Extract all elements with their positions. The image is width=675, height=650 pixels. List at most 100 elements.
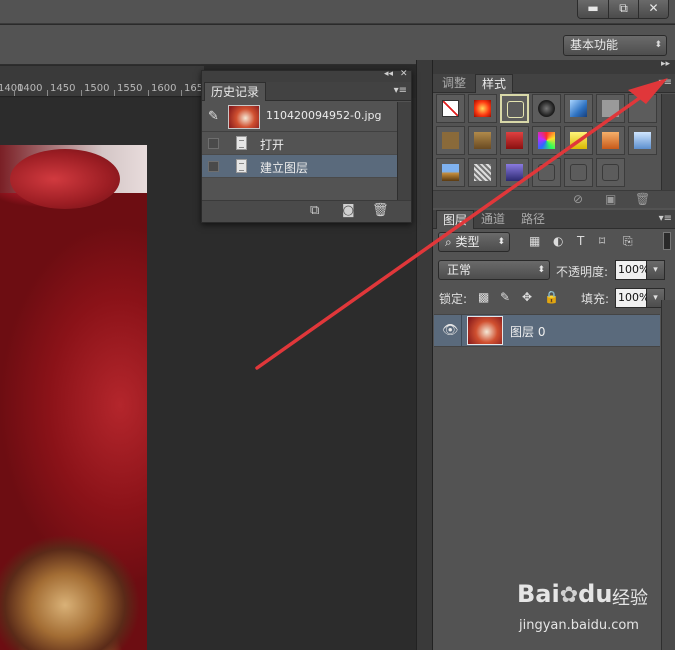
smart-object-filter-icon[interactable]: ⎘ xyxy=(623,234,633,249)
new-style-icon[interactable]: ▣ xyxy=(605,192,616,206)
workspace-switcher[interactable]: 基本功能 ⬍ xyxy=(563,35,667,56)
divider xyxy=(461,315,462,346)
style-swatch[interactable] xyxy=(596,94,625,123)
history-panel: ◂◂ ✕ 历史记录 ▾≡ ✎ 110420094952-0.jpg 打开 建立图… xyxy=(201,69,412,223)
styles-tab-bar: 调整 样式 ▾≡ xyxy=(433,74,675,93)
style-swatch[interactable] xyxy=(468,126,497,155)
style-swatch[interactable] xyxy=(500,126,529,155)
history-step-open[interactable]: 打开 xyxy=(202,132,411,155)
ruler-tick-label: 1550 xyxy=(117,83,143,94)
pixel-layer-filter-icon[interactable]: ▦ xyxy=(529,234,540,248)
opacity-dropdown[interactable]: ▾ xyxy=(647,260,665,280)
history-brush-source[interactable] xyxy=(208,161,219,172)
panel-menu-icon[interactable]: ▾≡ xyxy=(659,213,672,224)
brush-icon[interactable]: ✎ xyxy=(208,109,219,124)
collapse-icon[interactable]: ◂◂ xyxy=(384,69,393,79)
layer-filter-select[interactable]: ⌕ 类型 ⬍ xyxy=(438,232,510,252)
style-swatch[interactable] xyxy=(532,126,561,155)
paw-icon: ✿ xyxy=(559,583,579,608)
snapshot-thumbnail xyxy=(228,105,260,129)
search-icon: ⌕ xyxy=(445,235,456,249)
expand-icon[interactable]: ▸▸ xyxy=(661,59,670,69)
document-icon xyxy=(236,159,247,173)
opacity-input[interactable]: 100% xyxy=(615,260,649,280)
move-icon[interactable]: ✥ xyxy=(522,290,532,304)
layers-tab-bar: 图层 通道 路径 ▾≡ xyxy=(433,210,675,229)
style-swatch[interactable] xyxy=(436,94,465,123)
styles-scrollbar[interactable] xyxy=(661,94,675,190)
shape-layer-filter-icon[interactable]: ⌑ xyxy=(599,234,605,248)
style-swatch[interactable] xyxy=(532,158,561,187)
style-swatch[interactable] xyxy=(500,94,529,123)
ruler-tick xyxy=(81,90,82,96)
document-tab-row xyxy=(0,66,204,80)
style-swatch[interactable] xyxy=(564,94,593,123)
layer-thumbnail[interactable] xyxy=(467,316,503,345)
ruler-tick-label: 1600 xyxy=(151,83,177,94)
style-swatch[interactable] xyxy=(532,94,561,123)
watermark-logo: Bai✿du xyxy=(517,580,612,608)
minimize-button[interactable]: ▬ xyxy=(578,0,608,18)
tab-channels[interactable]: 通道 xyxy=(475,210,511,229)
style-swatch[interactable] xyxy=(596,126,625,155)
lock-icon[interactable]: 🔒 xyxy=(544,290,559,304)
tab-styles[interactable]: 样式 xyxy=(475,74,514,93)
history-step-new-layer[interactable]: 建立图层 xyxy=(202,155,411,178)
ruler-tick-label: 1500 xyxy=(84,83,110,94)
blend-mode-label: 正常 xyxy=(447,263,472,277)
panel-header: ◂◂ ✕ xyxy=(202,69,411,82)
trash-icon[interactable]: 🗑 xyxy=(635,192,650,206)
tab-paths[interactable]: 路径 xyxy=(515,210,551,229)
document-image[interactable] xyxy=(0,145,147,650)
updown-icon: ⬍ xyxy=(654,40,662,50)
workspace-label: 基本功能 xyxy=(570,38,619,52)
style-swatch[interactable] xyxy=(468,158,497,187)
close-button[interactable]: ✕ xyxy=(638,0,668,18)
fill-input[interactable]: 100% xyxy=(615,288,649,308)
eye-icon[interactable]: 👁 xyxy=(442,323,459,338)
canvas-scrollbar[interactable] xyxy=(416,60,432,650)
tab-history[interactable]: 历史记录 xyxy=(204,82,267,101)
ruler-tick xyxy=(181,90,182,96)
history-scrollbar[interactable] xyxy=(397,102,411,200)
lock-transparent-icon[interactable]: ▩ xyxy=(478,290,489,304)
watermark-brand-end: du xyxy=(578,580,613,608)
window-controls: ▬ ⧉ ✕ xyxy=(577,0,669,19)
style-swatch[interactable] xyxy=(436,158,465,187)
style-swatch[interactable] xyxy=(564,158,593,187)
restore-button[interactable]: ⧉ xyxy=(608,0,638,18)
panel-menu-icon[interactable]: ▾≡ xyxy=(394,85,407,96)
close-icon[interactable]: ✕ xyxy=(400,69,408,79)
history-step-label: 打开 xyxy=(260,138,285,152)
ruler-tick xyxy=(148,90,149,96)
clear-style-icon[interactable]: ⊘ xyxy=(573,192,583,206)
ruler-tick-label: 1400 xyxy=(17,83,43,94)
blend-mode-select[interactable]: 正常 ⬍ xyxy=(438,260,550,280)
trash-icon[interactable]: 🗑 xyxy=(372,203,389,218)
style-swatch[interactable] xyxy=(436,126,465,155)
style-swatch[interactable] xyxy=(596,158,625,187)
style-swatch[interactable] xyxy=(628,126,657,155)
layer-filter-toggle[interactable] xyxy=(663,232,671,250)
new-document-from-state-icon[interactable]: ⧉ xyxy=(310,203,319,218)
lock-paint-icon[interactable]: ✎ xyxy=(500,290,510,304)
camera-icon[interactable]: ◙ xyxy=(342,203,355,218)
history-snapshot[interactable]: ✎ 110420094952-0.jpg xyxy=(202,101,411,132)
ruler-tick-label: 1450 xyxy=(50,83,76,94)
style-swatch[interactable] xyxy=(468,94,497,123)
style-swatch[interactable] xyxy=(628,94,657,123)
layer-row[interactable]: 👁 图层 0 xyxy=(434,314,660,347)
style-swatch[interactable] xyxy=(564,126,593,155)
adjustment-layer-filter-icon[interactable]: ◐ xyxy=(553,234,563,248)
layer-name[interactable]: 图层 0 xyxy=(510,323,545,340)
tab-layers[interactable]: 图层 xyxy=(436,210,475,229)
ruler-tick xyxy=(47,90,48,96)
watermark-site-cn: 经验 xyxy=(612,588,648,609)
panel-menu-icon[interactable]: ▾≡ xyxy=(659,77,672,88)
tab-adjustments[interactable]: 调整 xyxy=(436,74,472,93)
history-brush-source[interactable] xyxy=(208,138,219,149)
style-swatch[interactable] xyxy=(500,158,529,187)
fill-label: 填充: xyxy=(581,292,610,306)
type-layer-filter-icon[interactable]: T xyxy=(577,234,584,248)
horizontal-ruler: 1400 1400 1450 1500 1550 1600 165 xyxy=(0,80,204,97)
